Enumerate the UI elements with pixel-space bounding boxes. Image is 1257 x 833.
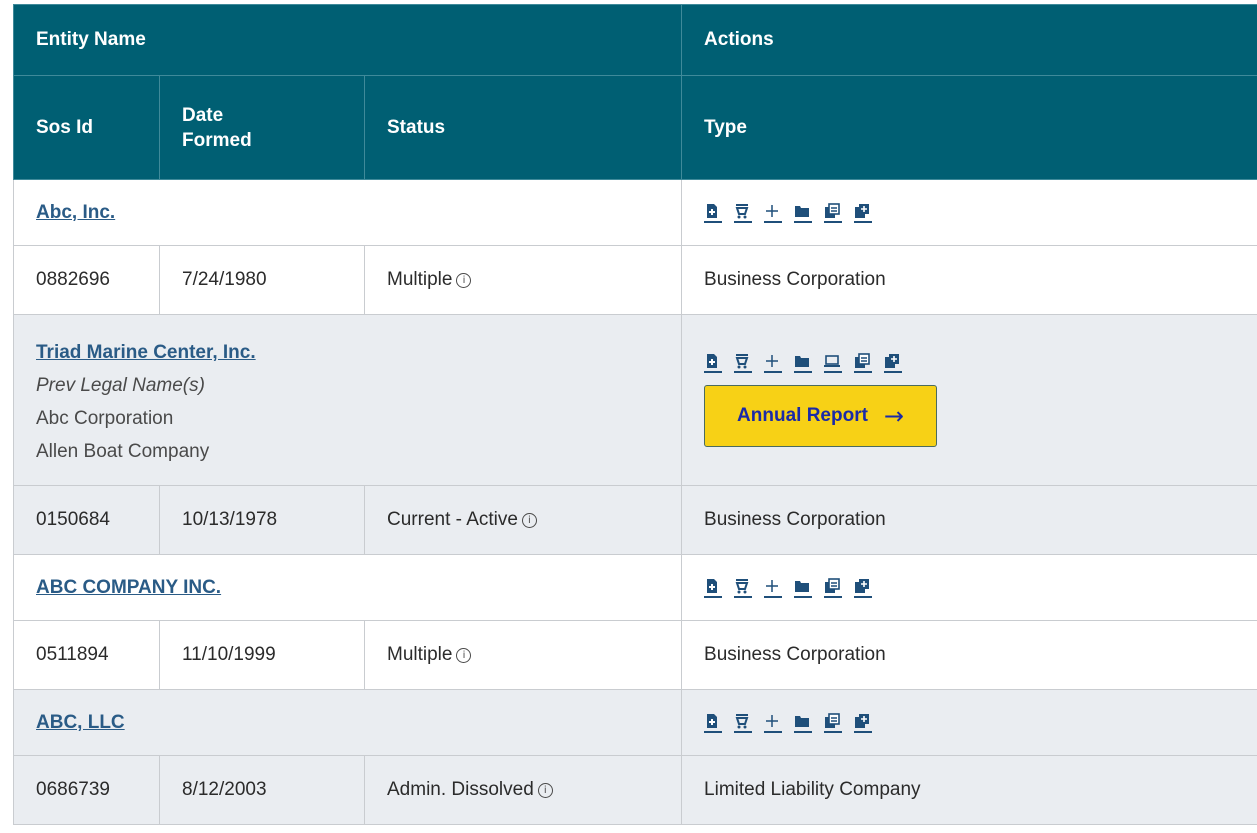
status-text: Admin. Dissolved [387, 779, 534, 800]
type-cell: Business Corporation [681, 485, 1257, 555]
status-cell: Admin. Dissolved i [363, 755, 683, 825]
entity-name-row: Abc, Inc. [12, 179, 1257, 246]
entity-name-row: ABC, LLC [12, 689, 1257, 756]
plus-icon[interactable] [764, 353, 783, 373]
entity-link[interactable]: Triad Marine Center, Inc. [36, 342, 256, 363]
date-formed-cell: 7/24/1980 [159, 245, 365, 315]
entity-name-cell: ABC, LLC [12, 689, 683, 756]
entity-name-row: ABC COMPANY INC. [12, 554, 1257, 621]
type-cell: Business Corporation [681, 245, 1257, 315]
folder-icon[interactable] [794, 353, 813, 373]
plus-icon[interactable] [764, 713, 783, 733]
copy-icon[interactable] [824, 712, 843, 733]
add-copy-icon[interactable] [884, 353, 903, 373]
status-text: Current - Active [387, 509, 518, 530]
entity-detail-row: 0150684 10/13/1978 Current - Active i Bus… [13, 485, 1257, 555]
sos-id-cell: 0150684 [13, 485, 160, 555]
folder-icon[interactable] [794, 203, 813, 223]
cart-icon[interactable] [734, 713, 753, 733]
date-formed-cell: 11/10/1999 [159, 620, 365, 690]
sos-id-cell: 0882696 [13, 245, 160, 315]
header-date-formed-line1: Date [182, 104, 224, 126]
actions-cell [681, 179, 1257, 246]
status-cell: Multiple i [363, 245, 683, 315]
action-icons [704, 202, 1257, 223]
info-icon[interactable]: i [456, 648, 472, 663]
entity-detail-row: 0882696 7/24/1980 Multiple i Business Cor… [13, 245, 1257, 315]
prev-legal-name: Allen Boat Company [36, 441, 210, 462]
status-text: Multiple [387, 269, 453, 290]
add-copy-icon[interactable] [854, 578, 873, 598]
table-header: Entity Name Actions Sos Id Date Formed St… [12, 4, 1257, 180]
actions-cell: Annual Report → [681, 314, 1257, 486]
entity-name-cell: Triad Marine Center, Inc. Prev Legal Nam… [12, 314, 683, 486]
actions-cell [681, 689, 1257, 756]
file-icon[interactable] [704, 713, 723, 733]
results-table: Entity Name Actions Sos Id Date Formed St… [12, 4, 1257, 825]
copy-icon[interactable] [824, 202, 843, 223]
annual-report-label: Annual Report [737, 405, 868, 426]
header-sos-id: Sos Id [13, 75, 160, 180]
entity-link[interactable]: Abc, Inc. [36, 202, 115, 223]
date-formed-cell: 10/13/1978 [159, 485, 365, 555]
status-text: Multiple [387, 644, 453, 665]
header-date-formed-line2: Formed [182, 129, 252, 151]
info-icon[interactable]: i [521, 513, 537, 528]
prev-legal-names-label: Prev Legal Name(s) [36, 375, 205, 396]
entity-detail-row: 0686739 8/12/2003 Admin. Dissolved i Limi… [13, 755, 1257, 825]
entity-name-row: Triad Marine Center, Inc. Prev Legal Nam… [12, 314, 1257, 486]
add-copy-icon[interactable] [854, 203, 873, 223]
action-icons [704, 353, 1257, 373]
file-icon[interactable] [704, 578, 723, 598]
header-type: Type [681, 75, 1257, 180]
type-cell: Business Corporation [681, 620, 1257, 690]
info-icon[interactable]: i [456, 273, 472, 288]
sos-id-cell: 0511894 [13, 620, 160, 690]
folder-icon[interactable] [794, 713, 813, 733]
header-entity-name: Entity Name [12, 4, 683, 76]
entity-name-cell: Abc, Inc. [12, 179, 683, 246]
add-copy-icon[interactable] [854, 713, 873, 733]
entity-link[interactable]: ABC, LLC [36, 712, 125, 733]
action-icons [704, 712, 1257, 733]
cart-icon[interactable] [734, 203, 753, 223]
laptop-icon[interactable] [824, 353, 843, 373]
actions-cell [681, 554, 1257, 621]
status-cell: Multiple i [363, 620, 683, 690]
folder-icon[interactable] [794, 578, 813, 598]
arrow-right-icon: → [883, 402, 905, 430]
info-icon[interactable]: i [537, 783, 553, 798]
annual-report-button[interactable]: Annual Report → [704, 385, 938, 447]
file-icon[interactable] [704, 203, 723, 223]
entity-name-cell: ABC COMPANY INC. [12, 554, 683, 621]
cart-icon[interactable] [734, 578, 753, 598]
file-icon[interactable] [704, 353, 723, 373]
header-actions: Actions [681, 4, 1257, 76]
entity-link[interactable]: ABC COMPANY INC. [36, 577, 221, 598]
header-status: Status [363, 75, 683, 180]
type-cell: Limited Liability Company [681, 755, 1257, 825]
prev-legal-name: Abc Corporation [36, 408, 174, 429]
copy-icon[interactable] [854, 353, 873, 373]
header-date-formed: Date Formed [159, 75, 365, 180]
sos-id-cell: 0686739 [13, 755, 160, 825]
copy-icon[interactable] [824, 577, 843, 598]
plus-icon[interactable] [764, 203, 783, 223]
cart-icon[interactable] [734, 353, 753, 373]
date-formed-cell: 8/12/2003 [159, 755, 365, 825]
status-cell: Current - Active i [363, 485, 683, 555]
plus-icon[interactable] [764, 578, 783, 598]
entity-detail-row: 0511894 11/10/1999 Multiple i Business Co… [13, 620, 1257, 690]
action-icons [704, 577, 1257, 598]
